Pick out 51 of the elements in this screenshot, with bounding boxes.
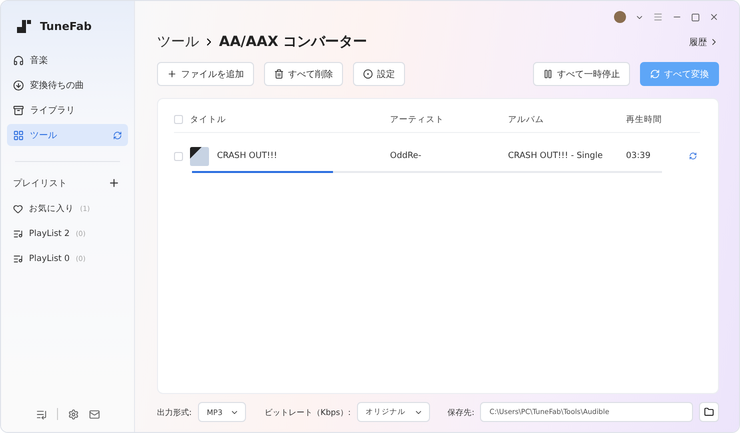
sidebar-item[interactable]: ツール <box>7 124 128 146</box>
queue-icon[interactable] <box>36 408 46 420</box>
settings-icon[interactable] <box>68 408 78 420</box>
plus-icon <box>167 69 177 79</box>
column-header: アーティスト <box>390 114 445 126</box>
loading-icon <box>113 130 122 140</box>
loading-icon <box>689 152 697 160</box>
folder-button[interactable] <box>699 402 719 422</box>
trash-icon <box>274 69 284 79</box>
mail-icon[interactable] <box>88 408 100 420</box>
field-label: 保存先: <box>448 406 474 418</box>
section-title: プレイリスト <box>13 177 67 190</box>
table-cell: CRASH OUT!!! <box>217 151 278 161</box>
avatar[interactable] <box>614 11 626 23</box>
column-header: アルバム <box>508 114 545 126</box>
add-button[interactable]: ファイルを追加 <box>157 62 254 86</box>
refresh-icon <box>650 69 660 79</box>
column-header: 再生時間 <box>626 114 663 126</box>
field-label: ビットレート（Kbps）: <box>264 406 351 418</box>
settings-button[interactable]: 設定 <box>353 62 405 86</box>
tools-icon <box>13 130 24 140</box>
heart-icon <box>13 204 23 214</box>
close-icon[interactable] <box>709 12 719 22</box>
column-header: タイトル <box>190 114 227 126</box>
table-cell-text: CRASH OUT!!! - Single <box>508 151 604 161</box>
row-checkbox[interactable] <box>174 152 183 160</box>
delete-button[interactable]: すべて削除 <box>264 62 343 86</box>
music-icon <box>13 54 24 66</box>
sidebar-item[interactable]: ライブラリ <box>7 99 128 121</box>
settings-icon <box>363 69 373 79</box>
breadcrumb-link[interactable]: ツール <box>157 33 199 51</box>
history-link[interactable]: 履歴 <box>689 36 719 48</box>
playlist-icon <box>13 254 23 264</box>
page-title: AA/AAX コンバーター <box>219 33 368 51</box>
table-cell-text: 03:39 <box>626 151 652 161</box>
maximize-icon[interactable] <box>691 12 700 22</box>
logo-icon <box>15 17 33 35</box>
pause-button[interactable]: すべて一時停止 <box>533 62 630 86</box>
sidebar-item[interactable]: 変換待ちの曲 <box>7 74 128 96</box>
select-all-checkbox[interactable] <box>174 115 183 124</box>
pause-icon <box>543 69 553 79</box>
library-icon <box>13 104 24 116</box>
field-label: 出力形式: <box>157 406 192 418</box>
app-name: TuneFab <box>40 20 92 32</box>
folder-icon <box>704 407 714 417</box>
playlist-icon <box>13 229 23 239</box>
download-icon <box>13 80 24 90</box>
album-cover <box>190 146 209 166</box>
table-cell-text: OddRe- <box>390 151 422 161</box>
add-icon[interactable] <box>108 177 120 189</box>
sidebar-item[interactable]: 音楽 <box>7 49 128 71</box>
